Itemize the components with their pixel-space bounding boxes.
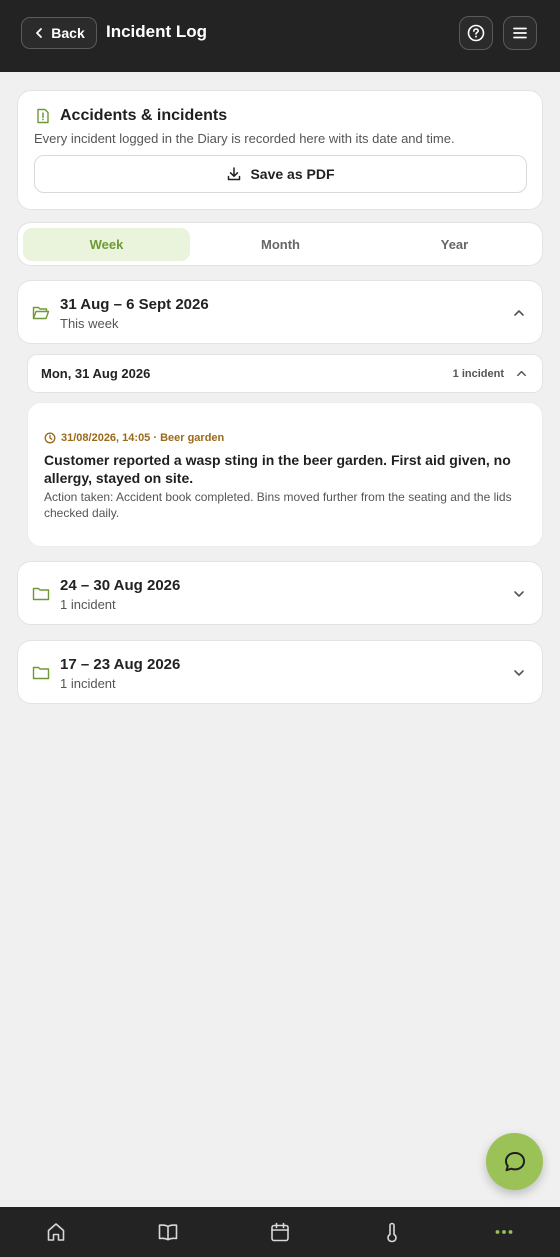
help-button[interactable] [459, 16, 493, 50]
chevron-down-icon [514, 670, 524, 676]
bottom-nav [0, 1207, 560, 1257]
page-title: Incident Log [106, 22, 208, 41]
folder-icon [32, 587, 50, 601]
tab-week[interactable]: Week [23, 228, 190, 261]
nav-more[interactable] [492, 1220, 516, 1244]
download-icon [228, 167, 241, 181]
incident-meta: 31/08/2026, 14:05 · Beer garden [44, 432, 224, 444]
book-icon [158, 1224, 178, 1241]
period-tabs: Week Month Year [17, 222, 543, 266]
week-group-header[interactable]: 31 Aug – 6 Sept 2026 This week [17, 280, 543, 344]
week-subtitle: 1 incident [60, 597, 116, 612]
save-pdf-label: Save as PDF [250, 166, 335, 182]
chat-button[interactable] [486, 1133, 543, 1190]
top-bar: Back Incident Log [0, 0, 560, 72]
incident-card[interactable]: 31/08/2026, 14:05 · Beer garden Customer… [27, 402, 543, 547]
nav-home[interactable] [44, 1220, 68, 1244]
day-group-header[interactable]: Mon, 31 Aug 2026 1 incident [27, 354, 543, 393]
hamburger-menu-icon [513, 27, 527, 39]
week-group-header[interactable]: 24 – 30 Aug 2026 1 incident [17, 561, 543, 625]
nav-temperature[interactable] [380, 1220, 404, 1244]
menu-button[interactable] [503, 16, 537, 50]
clock-icon [44, 432, 56, 444]
thermometer-icon [387, 1222, 397, 1243]
chevron-left-icon [36, 28, 43, 38]
summary-description: Every incident logged in the Diary is re… [34, 131, 455, 146]
week-subtitle: 1 incident [60, 676, 116, 691]
week-group-header[interactable]: 17 – 23 Aug 2026 1 incident [17, 640, 543, 704]
back-label: Back [51, 25, 85, 41]
incident-title: Customer reported a wasp sting in the be… [44, 452, 511, 486]
incident-action: Action taken: Accident book completed. B… [44, 490, 512, 520]
incident-meta-text: 31/08/2026, 14:05 · Beer garden [61, 432, 225, 444]
chevron-down-icon [514, 591, 524, 597]
save-pdf-button[interactable]: Save as PDF [34, 155, 527, 193]
incident-report-icon [37, 108, 49, 124]
week-subtitle: This week [60, 316, 119, 331]
chevron-up-icon [517, 370, 526, 377]
nav-diary[interactable] [156, 1220, 180, 1244]
tab-month[interactable]: Month [197, 228, 364, 261]
week-title: 31 Aug – 6 Sept 2026 [60, 296, 209, 313]
summary-title: Accidents & incidents [60, 107, 228, 124]
chat-bubble-icon [504, 1151, 525, 1171]
week-title: 24 – 30 Aug 2026 [60, 577, 181, 594]
folder-open-icon [32, 306, 50, 320]
home-icon [47, 1223, 65, 1241]
nav-calendar[interactable] [268, 1220, 292, 1244]
tab-year[interactable]: Year [371, 228, 538, 261]
day-title: Mon, 31 Aug 2026 [41, 366, 151, 381]
chevron-up-icon [514, 310, 524, 316]
summary-card: Accidents & incidents Every incident log… [17, 90, 543, 210]
day-incident-count: 1 incident [452, 368, 504, 380]
calendar-icon [271, 1222, 289, 1242]
more-icon [495, 1230, 513, 1234]
back-button[interactable]: Back [21, 17, 97, 49]
folder-icon [32, 666, 50, 680]
week-title: 17 – 23 Aug 2026 [60, 656, 181, 673]
question-circle-icon [467, 24, 485, 42]
